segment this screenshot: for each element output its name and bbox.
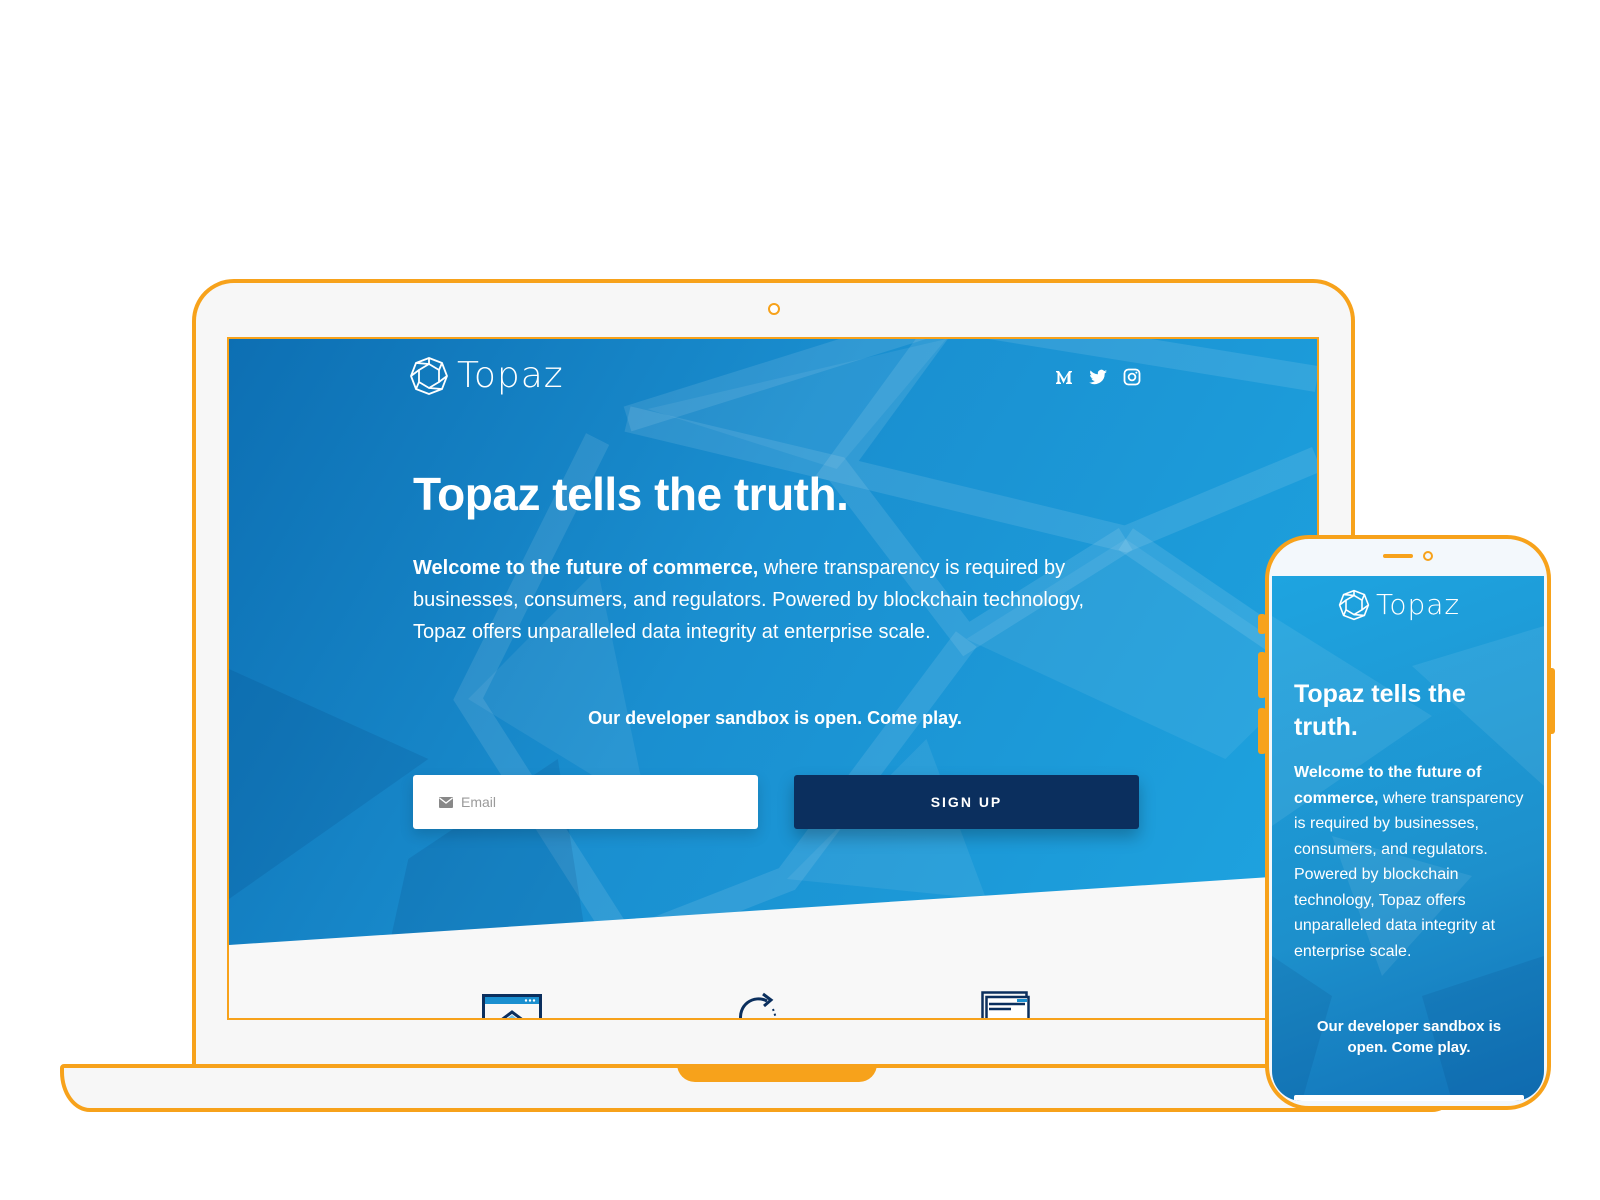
hero-intro: Welcome to the future of commerce, where… (413, 552, 1133, 648)
stacked-windows-icon (981, 991, 1030, 1018)
medium-icon[interactable] (1054, 367, 1074, 387)
email-field[interactable] (413, 775, 758, 829)
site-logo[interactable]: Topaz (409, 355, 564, 396)
social-links (1054, 367, 1142, 387)
phone-email-field[interactable] (1294, 1095, 1524, 1101)
phone-screen: Topaz Topaz tells the truth. Welcome to … (1272, 576, 1544, 1101)
phone-sandbox-callout: Our developer sandbox is open. Come play… (1316, 1018, 1502, 1056)
phone-hero-intro-text: where transparency is required by busine… (1294, 789, 1524, 960)
hero-section: Topaz Topaz tells the truth. Welcome to … (229, 339, 1317, 945)
hero-title: Topaz tells the truth. (413, 468, 849, 520)
twitter-icon[interactable] (1088, 367, 1108, 387)
laptop-camera (768, 303, 780, 315)
email-input[interactable] (461, 794, 731, 810)
topaz-gem-icon (410, 356, 448, 395)
phone-camera (1423, 551, 1433, 561)
dashboard-icon (482, 994, 542, 1018)
signup-button[interactable]: SIGN UP (794, 775, 1139, 829)
laptop-screen: Topaz Topaz tells the truth. Welcome to … (227, 337, 1319, 1020)
envelope-icon (439, 796, 453, 808)
topaz-gem-icon (1338, 589, 1370, 620)
phone-site-logo[interactable]: Topaz (1338, 588, 1460, 621)
laptop-notch (677, 1064, 877, 1082)
phone-hero-title: Topaz tells the truth. (1294, 680, 1466, 741)
phone-speaker (1383, 554, 1413, 558)
phone-logo-text: Topaz (1376, 588, 1461, 621)
sandbox-callout: Our developer sandbox is open. Come play… (588, 708, 962, 728)
sync-arrow-icon (739, 992, 778, 1018)
logo-text: Topaz (457, 355, 564, 396)
phone-hero-intro: Welcome to the future of commerce, where… (1294, 760, 1530, 964)
hero-intro-bold: Welcome to the future of commerce, (413, 557, 759, 579)
instagram-icon[interactable] (1122, 367, 1142, 387)
